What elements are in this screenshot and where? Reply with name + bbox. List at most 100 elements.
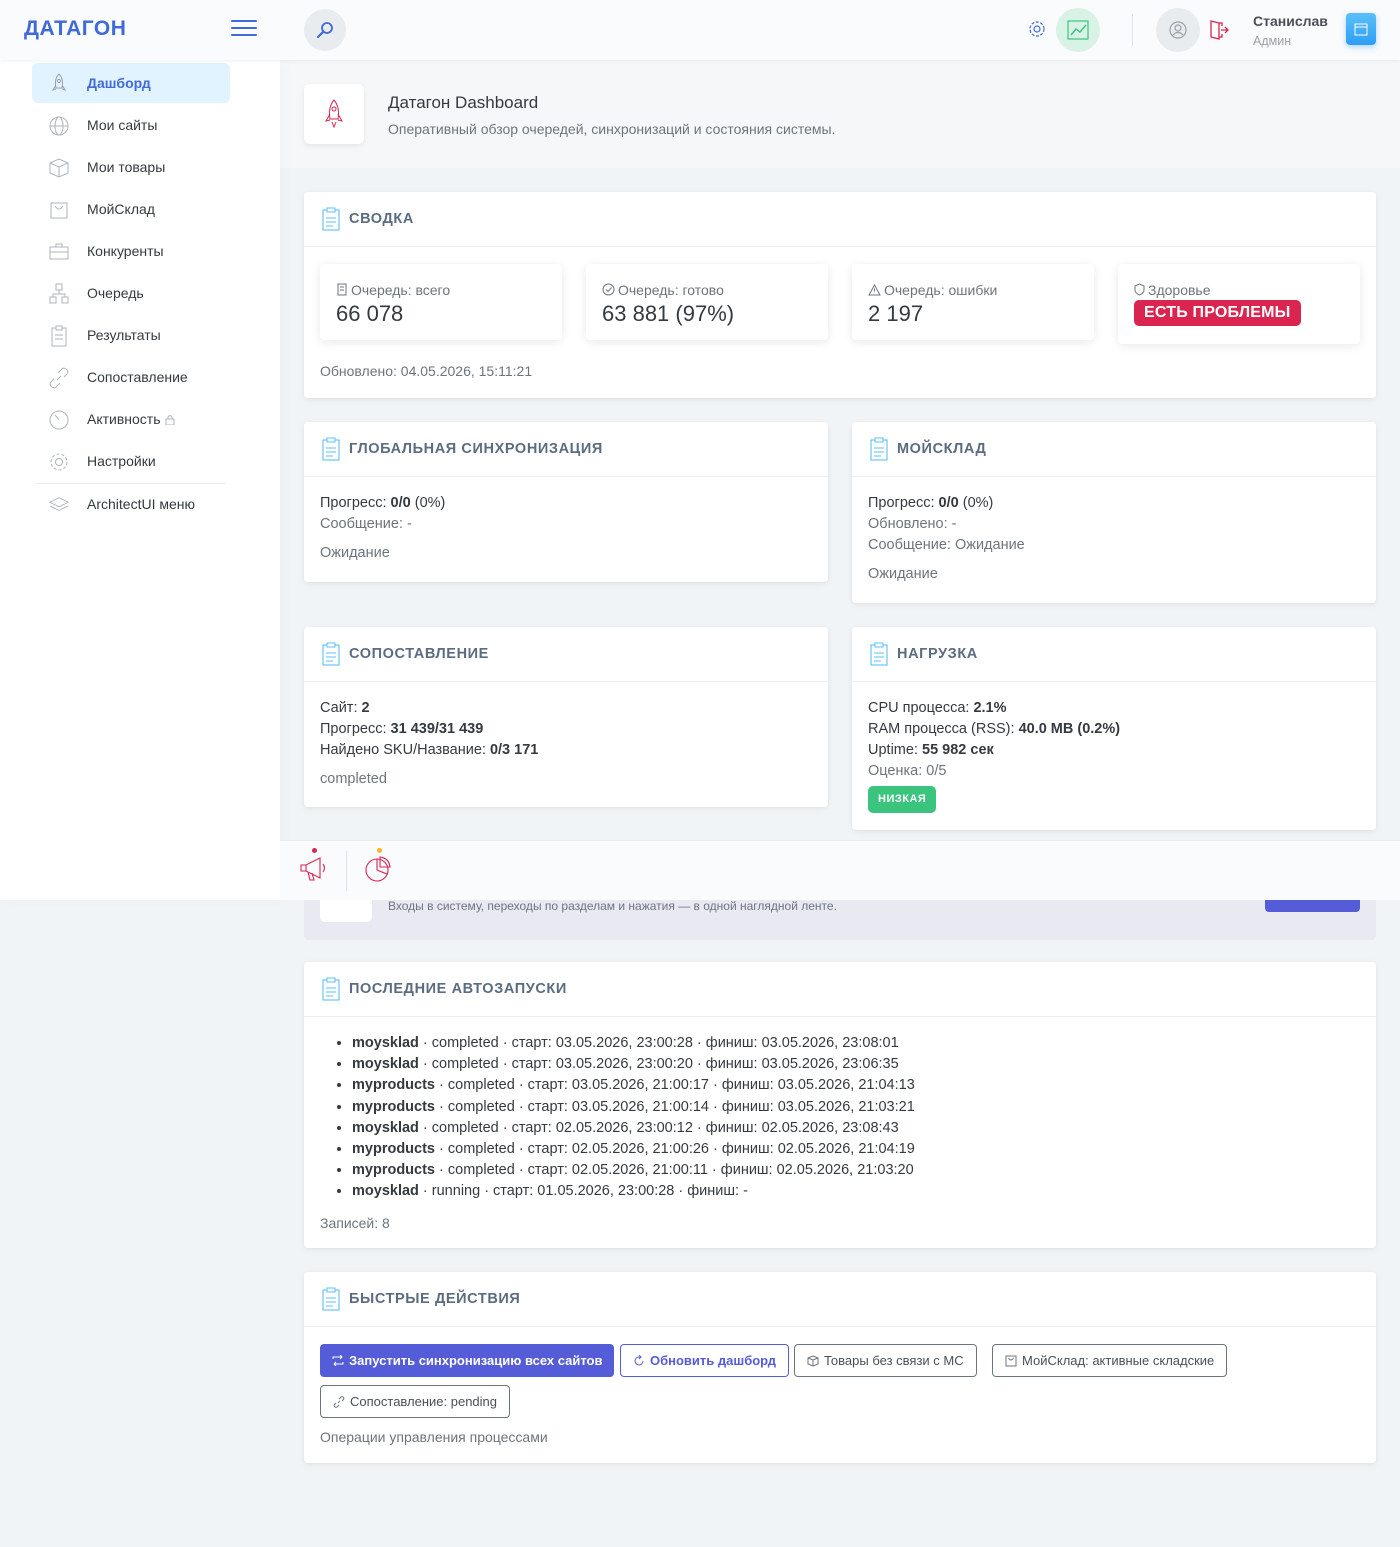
warning-icon: [868, 283, 881, 296]
moysklad-warehouses-button[interactable]: МойСклад: активные складские: [992, 1344, 1228, 1377]
clipboard-icon: [48, 325, 70, 347]
quick-actions-card: БЫСТРЫЕ ДЕЙСТВИЯ Запустить синхронизацию…: [304, 1272, 1376, 1463]
search-button[interactable]: [304, 9, 346, 51]
stat-queue-errors: Очередь: ошибки 2 197: [852, 264, 1094, 340]
sidebar-item-competitors[interactable]: Конкуренты: [32, 231, 230, 271]
stats-button[interactable]: [1056, 8, 1100, 52]
sidebar-item-architectui[interactable]: ArchitectUI меню: [32, 484, 230, 524]
list-item: moysklad · running · старт: 01.05.2026, …: [352, 1181, 1360, 1202]
sidebar-item-queue[interactable]: Очередь: [32, 273, 230, 313]
progress-percent: (0%): [414, 495, 446, 511]
sidebar-item-results[interactable]: Результаты: [32, 315, 230, 355]
sidebar-item-sites[interactable]: Мои сайты: [32, 105, 230, 145]
load-uptime: Uptime: 55 982 сек: [868, 740, 1360, 761]
clipboard-icon: [320, 207, 342, 231]
settings-button[interactable]: [1024, 16, 1050, 42]
card-title: ПОСЛЕДНИЕ АВТОЗАПУСКИ: [349, 981, 567, 997]
activity-open-button[interactable]: [1265, 900, 1360, 912]
avatar[interactable]: [1156, 8, 1200, 52]
site-label: Сайт:: [320, 700, 358, 716]
run-details: · completed · старт: 02.05.2026, 21:00:2…: [435, 1141, 915, 1158]
card-title: НАГРУЗКА: [897, 646, 978, 662]
card-title: СОПОСТАВЛЕНИЕ: [349, 646, 489, 662]
user-role: Админ: [1253, 34, 1292, 48]
health-status-badge: ЕСТЬ ПРОБЛЕМЫ: [1134, 300, 1301, 326]
gear-icon: [1029, 21, 1045, 37]
button-label: Обновить дашборд: [650, 1353, 777, 1368]
cpu-value: 2.1%: [973, 700, 1007, 716]
moysklad-message: Сообщение: Ожидание: [868, 537, 1025, 553]
progress-line: Прогресс: 0/0 (0%): [320, 493, 812, 514]
sidebar-item-label: Настройки: [87, 453, 156, 469]
logout-icon: [1210, 20, 1229, 40]
unlinked-products-button[interactable]: Товары без связи с МС: [794, 1344, 977, 1377]
gear-icon: [48, 451, 70, 473]
run-task: myproducts: [352, 1077, 435, 1094]
app-footer: [280, 840, 1400, 900]
load-ram: RAM процесса (RSS): 40.0 MB (0.2%): [868, 719, 1360, 740]
moysklad-status: Ожидание: [868, 566, 938, 582]
layers-icon: [48, 494, 70, 516]
list-item: moysklad · completed · старт: 03.05.2026…: [352, 1033, 1360, 1054]
card-title: МОЙСКЛАД: [897, 441, 987, 457]
card-header: НАГРУЗКА: [852, 627, 1376, 682]
header-divider: [1132, 14, 1133, 46]
run-task: myproducts: [352, 1141, 435, 1158]
stat-health: Здоровье ЕСТЬ ПРОБЛЕМЫ: [1118, 264, 1360, 344]
ram-value: 40.0 MB (0.2%): [1018, 721, 1121, 737]
run-details: · completed · старт: 03.05.2026, 23:00:2…: [418, 1056, 899, 1073]
stat-label-wrap: Очередь: всего: [336, 282, 450, 298]
pie-chart-icon[interactable]: [364, 855, 392, 886]
chart-icon: [1067, 20, 1089, 40]
run-details: · completed · старт: 02.05.2026, 21:00:1…: [435, 1162, 914, 1179]
quick-actions-note: Операции управления процессами: [320, 1429, 548, 1445]
load-level-badge: НИЗКАЯ: [868, 786, 937, 813]
box-icon: [48, 157, 70, 179]
sync-status: Ожидание: [320, 545, 390, 561]
sidebar-item-moysklad[interactable]: МойСклад: [32, 189, 230, 229]
sidebar-item-products[interactable]: Мои товары: [32, 147, 230, 187]
link-icon: [48, 367, 70, 389]
stat-queue-done: Очередь: готово 63 881 (97%): [586, 264, 828, 340]
stat-queue-total: Очередь: всего 66 078: [320, 264, 562, 340]
search-icon: [316, 22, 333, 39]
rocket-icon: [48, 73, 70, 95]
menu-toggle-button[interactable]: [231, 20, 257, 38]
sidebar-item-matching[interactable]: Сопоставление: [32, 357, 230, 397]
found-value: 0/3 171: [489, 742, 539, 758]
app-logo[interactable]: ДАТАГОН: [24, 17, 126, 41]
link-icon: [333, 1395, 345, 1408]
sidebar-item-label: Результаты: [87, 327, 161, 343]
stat-value: 2 197: [868, 301, 924, 326]
logout-button[interactable]: [1207, 18, 1231, 42]
matching-found: Найдено SKU/Название: 0/3 171: [320, 740, 812, 761]
sidebar-item-dashboard[interactable]: Дашборд: [32, 63, 230, 103]
briefcase-icon: [48, 241, 70, 263]
page-title: Датагон Dashboard: [388, 93, 539, 112]
matching-site: Сайт: 2: [320, 698, 812, 719]
bag-icon: [48, 199, 70, 221]
card-title: СВОДКА: [349, 211, 414, 227]
page-title-area: Датагон Dashboard Оперативный обзор очер…: [280, 60, 1400, 168]
clipboard-icon: [320, 437, 342, 461]
uptime-value: 55 982 сек: [922, 742, 994, 758]
megaphone-icon[interactable]: [298, 855, 328, 886]
sidebar-item-settings[interactable]: Настройки: [32, 441, 230, 481]
matching-pending-button[interactable]: Сопоставление: pending: [320, 1385, 511, 1418]
timer-icon: [48, 409, 70, 431]
run-details: · completed · старт: 03.05.2026, 21:00:1…: [435, 1077, 915, 1094]
card-header: ГЛОБАЛЬНАЯ СИНХРОНИЗАЦИЯ: [304, 422, 828, 477]
run-task: moysklad: [352, 1119, 419, 1136]
sync-all-button[interactable]: Запустить синхронизацию всех сайтов: [320, 1344, 615, 1377]
sidebar-item-activity[interactable]: Активность: [32, 399, 230, 439]
user-name[interactable]: Станислав: [1253, 13, 1328, 29]
progress-value: 31 439/31 439: [390, 721, 484, 737]
summary-updated: Обновлено: 04.05.2026, 15:11:21: [320, 363, 533, 379]
ram-label: RAM процесса (RSS):: [868, 721, 1015, 737]
globe-icon: [48, 115, 70, 137]
refresh-dashboard-button[interactable]: Обновить дашборд: [620, 1344, 790, 1377]
summary-card: СВОДКА Очередь: всего 66 078 Очередь: го…: [304, 192, 1376, 398]
notification-dot: [312, 848, 317, 853]
card-header: МОЙСКЛАД: [852, 422, 1376, 477]
calendar-button[interactable]: [1346, 13, 1376, 45]
